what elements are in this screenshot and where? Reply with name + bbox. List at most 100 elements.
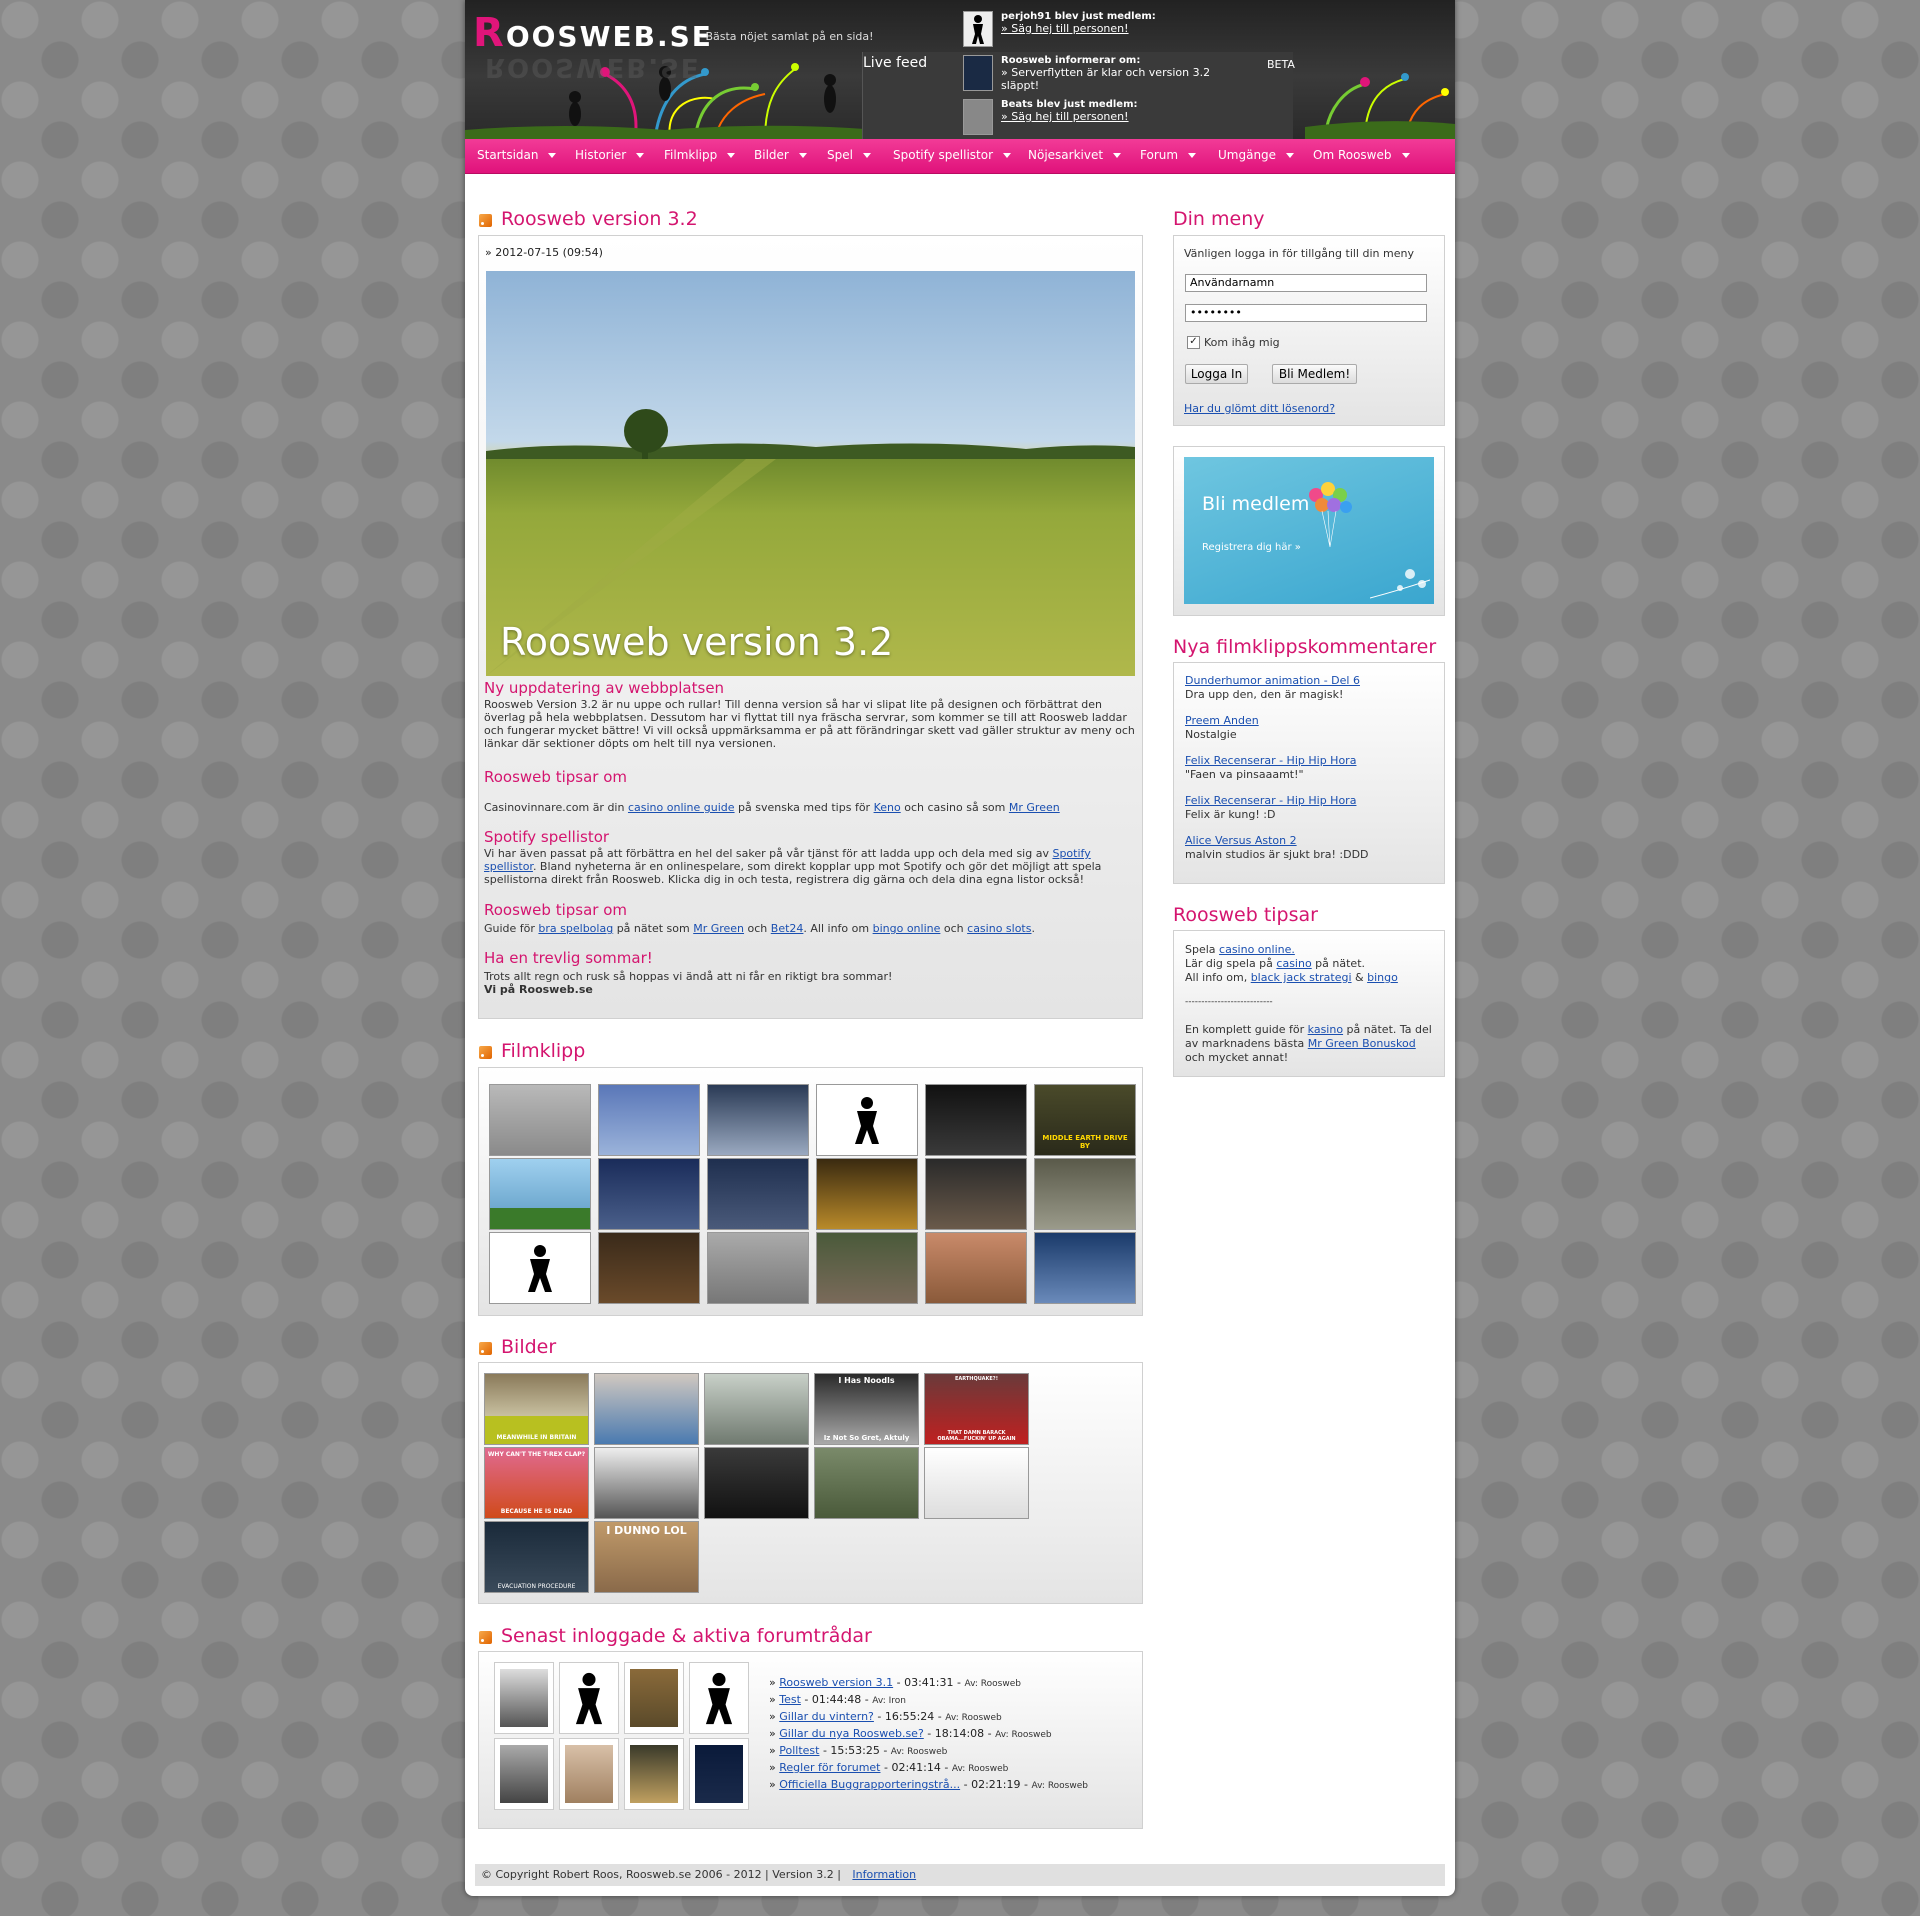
link[interactable]: Bet24 xyxy=(771,922,804,935)
video-thumbnail[interactable] xyxy=(707,1158,809,1230)
video-thumbnail[interactable] xyxy=(707,1084,809,1156)
link[interactable]: Keno xyxy=(874,801,901,814)
feed-link[interactable]: » Säg hej till personen! xyxy=(1001,22,1251,35)
register-banner[interactable]: Bli medlem Registrera dig här » xyxy=(1184,457,1434,604)
login-button[interactable]: Logga In xyxy=(1185,364,1248,384)
video-thumbnail[interactable] xyxy=(1034,1158,1136,1230)
user-thumbnail[interactable] xyxy=(624,1738,684,1810)
rss-icon[interactable] xyxy=(479,1342,492,1355)
nav-item-filmklipp[interactable]: Filmklipp xyxy=(664,139,736,173)
image-thumbnail[interactable]: I DUNNO LOL xyxy=(594,1521,699,1593)
tips-line: All info om, black jack strategi & bingo xyxy=(1185,971,1398,984)
user-thumbnail[interactable] xyxy=(494,1662,554,1734)
avatar[interactable] xyxy=(963,55,993,91)
avatar[interactable] xyxy=(963,99,993,135)
image-caption: MEANWHILE IN BRITAIN xyxy=(496,1434,577,1441)
link[interactable]: Mr Green xyxy=(693,922,744,935)
nav-item-nojesarkivet[interactable]: Nöjesarkivet xyxy=(1028,139,1122,173)
user-thumbnail[interactable] xyxy=(689,1738,749,1810)
video-thumbnail[interactable] xyxy=(598,1158,700,1230)
main-nav: Startsidan Historier Filmklipp Bilder Sp… xyxy=(465,139,1455,174)
bilder-title[interactable]: Bilder xyxy=(501,1336,556,1358)
link[interactable]: bingo online xyxy=(873,922,941,935)
tips-link[interactable]: casino online. xyxy=(1219,943,1295,956)
nav-item-spotify-spellistor[interactable]: Spotify spellistor xyxy=(893,139,1012,173)
link[interactable]: Mr Green xyxy=(1009,801,1060,814)
user-thumbnail[interactable] xyxy=(689,1662,749,1734)
rss-icon[interactable] xyxy=(479,214,492,227)
nav-item-historier[interactable]: Historier xyxy=(575,139,645,173)
nav-item-om-roosweb[interactable]: Om Roosweb xyxy=(1313,139,1410,173)
comment-video-link[interactable]: Preem Anden xyxy=(1185,714,1259,727)
forum-title[interactable]: Senast inloggade & aktiva forumtrådar xyxy=(501,1625,872,1647)
beta-label: BETA xyxy=(1267,58,1295,71)
feed-link[interactable]: » Säg hej till personen! xyxy=(1001,110,1251,123)
image-thumbnail[interactable] xyxy=(594,1447,699,1519)
forum-thread-link[interactable]: Gillar du vintern? xyxy=(779,1710,874,1723)
comment-video-link[interactable]: Felix Recenserar - Hip Hip Hora xyxy=(1185,754,1356,767)
video-thumbnail[interactable] xyxy=(489,1084,591,1156)
link[interactable]: casino slots xyxy=(967,922,1031,935)
video-thumbnail[interactable] xyxy=(489,1158,591,1230)
password-field[interactable] xyxy=(1185,304,1427,322)
information-link[interactable]: Information xyxy=(852,1868,916,1881)
rss-icon[interactable] xyxy=(479,1046,492,1059)
forum-thread-link[interactable]: Polltest xyxy=(779,1744,819,1757)
comment-video-link[interactable]: Felix Recenserar - Hip Hip Hora xyxy=(1185,794,1356,807)
remember-checkbox[interactable]: ✓ xyxy=(1187,336,1200,349)
video-thumbnail[interactable]: MIDDLE EARTH DRIVE BY xyxy=(1034,1084,1136,1156)
video-thumbnail[interactable] xyxy=(816,1084,918,1156)
link[interactable]: bra spelbolag xyxy=(538,922,613,935)
image-thumbnail[interactable] xyxy=(814,1447,919,1519)
link[interactable]: casino online guide xyxy=(628,801,735,814)
tips-link[interactable]: kasino xyxy=(1308,1023,1343,1036)
comment-video-link[interactable]: Dunderhumor animation - Del 6 xyxy=(1185,674,1360,687)
tips-link[interactable]: Mr Green Bonuskod xyxy=(1308,1037,1416,1050)
image-thumbnail[interactable] xyxy=(704,1373,809,1445)
image-thumbnail[interactable]: EVACUATION PROCEDURE xyxy=(484,1521,589,1593)
nav-item-forum[interactable]: Forum xyxy=(1140,139,1197,173)
forum-thread-link[interactable]: Regler för forumet xyxy=(779,1761,880,1774)
video-thumbnail[interactable] xyxy=(489,1232,591,1304)
video-thumbnail[interactable] xyxy=(925,1232,1027,1304)
user-thumbnail[interactable] xyxy=(494,1738,554,1810)
video-thumbnail[interactable] xyxy=(598,1232,700,1304)
filmklipp-title[interactable]: Filmklipp xyxy=(501,1040,585,1062)
tips-link[interactable]: bingo xyxy=(1367,971,1398,984)
video-thumbnail[interactable] xyxy=(816,1158,918,1230)
nav-item-spel[interactable]: Spel xyxy=(827,139,871,173)
rss-icon[interactable] xyxy=(479,1631,492,1644)
nav-item-umgange[interactable]: Umgänge xyxy=(1218,139,1295,173)
video-thumbnail[interactable] xyxy=(598,1084,700,1156)
username-field[interactable] xyxy=(1185,274,1427,292)
image-thumbnail[interactable] xyxy=(924,1447,1029,1519)
forum-thread-link[interactable]: Officiella Buggrapporteringstrå... xyxy=(779,1778,960,1791)
video-thumbnail[interactable] xyxy=(925,1084,1027,1156)
site-logo[interactable]: ROOSWEB.SE xyxy=(473,10,713,56)
user-thumbnail[interactable] xyxy=(559,1738,619,1810)
image-thumbnail[interactable]: MEANWHILE IN BRITAIN xyxy=(484,1373,589,1445)
video-thumbnail[interactable] xyxy=(816,1232,918,1304)
video-thumbnail[interactable] xyxy=(1034,1232,1136,1304)
forgot-password-link[interactable]: Har du glömt ditt lösenord? xyxy=(1184,402,1335,415)
article-title[interactable]: Roosweb version 3.2 xyxy=(501,208,698,230)
forum-thread-link[interactable]: Roosweb version 3.1 xyxy=(779,1676,893,1689)
forum-thread-link[interactable]: Test xyxy=(779,1693,801,1706)
nav-item-bilder[interactable]: Bilder xyxy=(754,139,807,173)
image-thumbnail[interactable]: WHY CAN'T THE T-REX CLAP? BECAUSE HE IS … xyxy=(484,1447,589,1519)
video-thumbnail[interactable] xyxy=(925,1158,1027,1230)
comment-video-link[interactable]: Alice Versus Aston 2 xyxy=(1185,834,1297,847)
image-thumbnail[interactable]: EARTHQUAKE?! THAT DAMN BARACK OBAMA...FU… xyxy=(924,1373,1029,1445)
tips-link[interactable]: black jack strategi xyxy=(1251,971,1352,984)
video-thumbnail[interactable] xyxy=(707,1232,809,1304)
register-button[interactable]: Bli Medlem! xyxy=(1272,364,1357,384)
image-thumbnail[interactable] xyxy=(704,1447,809,1519)
user-thumbnail[interactable] xyxy=(624,1662,684,1734)
nav-item-startsidan[interactable]: Startsidan xyxy=(477,139,557,173)
forum-thread-link[interactable]: Gillar du nya Roosweb.se? xyxy=(779,1727,924,1740)
avatar[interactable] xyxy=(963,11,993,47)
image-thumbnail[interactable] xyxy=(594,1373,699,1445)
image-thumbnail[interactable]: I Has Noodls Iz Not So Gret, Aktuly xyxy=(814,1373,919,1445)
user-thumbnail[interactable] xyxy=(559,1662,619,1734)
tips-link[interactable]: casino xyxy=(1276,957,1311,970)
